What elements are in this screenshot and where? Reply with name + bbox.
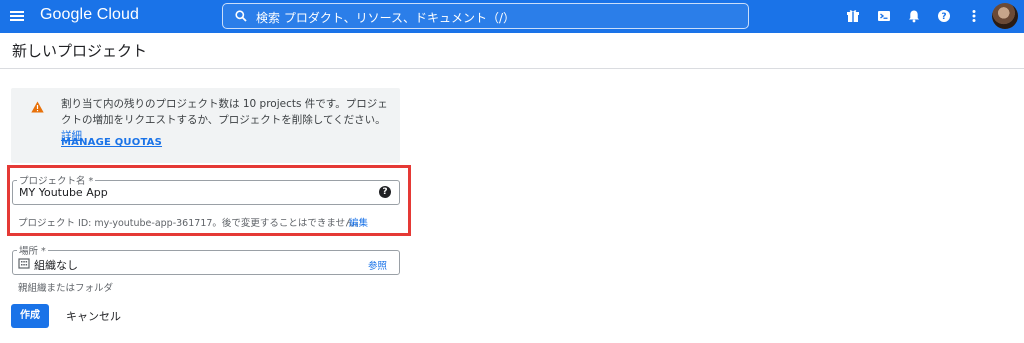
create-button[interactable]: 作成 [11, 304, 49, 328]
location-label: 場所 * [17, 243, 48, 257]
quota-notice: 割り当て内の残りのプロジェクト数は 10 projects 件です。プロジェクト… [11, 88, 400, 163]
warning-icon [31, 101, 44, 113]
search-placeholder: 検索 プロダクト、リソース、ドキュメント（/） [256, 11, 516, 25]
gift-icon[interactable] [845, 8, 861, 24]
project-name-value[interactable]: MY Youtube App [19, 186, 108, 199]
project-id-hint: プロジェクト ID: my-youtube-app-361717。後で変更するこ… [18, 218, 365, 229]
svg-text:?: ? [941, 12, 946, 22]
menu-icon[interactable] [9, 9, 25, 23]
project-name-help-icon[interactable]: ? [379, 186, 391, 198]
help-icon[interactable]: ? [936, 8, 952, 24]
browse-location-link[interactable]: 参照 [368, 258, 387, 272]
account-avatar[interactable] [992, 3, 1018, 29]
quota-message: 割り当て内の残りのプロジェクト数は 10 projects 件です。プロジェクト… [61, 98, 388, 126]
search-icon [235, 10, 247, 22]
notifications-icon[interactable] [906, 8, 922, 24]
building-icon [18, 258, 30, 269]
google-cloud-logo[interactable]: Google Cloud [40, 6, 139, 24]
edit-project-id-link[interactable]: 編集 [349, 215, 368, 229]
top-app-bar: Google Cloud 検索 プロダクト、リソース、ドキュメント（/） ? [0, 0, 1024, 33]
search-bar[interactable]: 検索 プロダクト、リソース、ドキュメント（/） [222, 3, 749, 29]
page-title: 新しいプロジェクト [12, 42, 148, 60]
cancel-button[interactable]: キャンセル [66, 308, 121, 324]
location-value[interactable]: 組織なし [34, 257, 78, 273]
header-divider [0, 68, 1024, 69]
cloud-shell-icon[interactable] [876, 8, 892, 24]
location-hint: 親組織またはフォルダ [18, 283, 114, 294]
more-vert-icon[interactable] [966, 8, 982, 24]
project-name-label: プロジェクト名 * [17, 173, 96, 187]
manage-quotas-link[interactable]: MANAGE QUOTAS [61, 137, 162, 148]
